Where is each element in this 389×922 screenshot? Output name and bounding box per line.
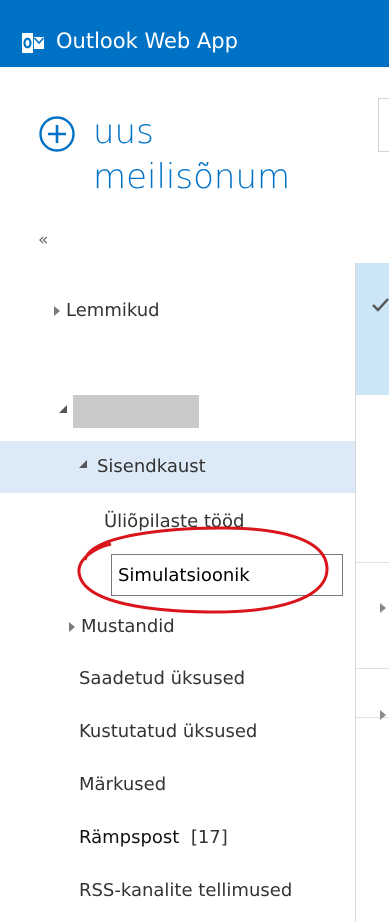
check-icon (372, 298, 389, 312)
account-name-redacted (73, 395, 199, 428)
folder-rss[interactable]: RSS-kanalite tellimused (0, 865, 355, 917)
unread-count-badge: [17] (190, 827, 228, 848)
folder-junk-label: Rämpspost [17] (79, 812, 228, 864)
favorites-group[interactable]: Lemmikud (0, 285, 355, 337)
new-mail-label-line1: uus (93, 112, 154, 152)
folder-notes[interactable]: Märkused (0, 759, 355, 811)
expand-right-icon[interactable] (54, 306, 60, 316)
message-separator (356, 562, 389, 563)
folder-inbox-label: Sisendkaust (97, 456, 206, 477)
folder-junk[interactable]: Rämpspost [17] (0, 812, 355, 864)
expand-arrow-icon[interactable] (380, 603, 386, 613)
collapse-down-icon[interactable] (59, 405, 67, 413)
outlook-logo-icon[interactable] (22, 33, 44, 53)
folder-drafts-label: Mustandid (81, 616, 175, 637)
new-mail-label: uus meilisõnum (93, 110, 353, 200)
folder-inbox[interactable]: Sisendkaust (0, 441, 355, 493)
new-mail-label-line2: meilisõnum (93, 157, 291, 197)
rename-folder-input[interactable] (111, 554, 343, 596)
search-box[interactable] (378, 98, 389, 152)
folder-sent[interactable]: Saadetud üksused (0, 653, 355, 705)
plus-circle-icon (39, 116, 75, 152)
folder-deleted[interactable]: Kustutatud üksused (0, 706, 355, 758)
app-title[interactable]: Outlook Web App (56, 28, 238, 54)
message-separator (356, 668, 389, 669)
folder-favorites-label: Lemmikud (66, 300, 160, 321)
collapse-pane-button[interactable]: « (38, 230, 48, 250)
folder-deleted-label: Kustutatud üksused (79, 721, 258, 742)
folder-drafts[interactable]: Mustandid (0, 601, 355, 653)
folder-sent-label: Saadetud üksused (79, 668, 246, 689)
folder-rss-label: RSS-kanalite tellimused (79, 880, 293, 901)
collapse-down-icon[interactable] (79, 460, 87, 468)
folder-student-works-label: Üliõpilaste tööd (104, 511, 245, 532)
message-item-selected[interactable] (356, 263, 389, 395)
expand-right-icon[interactable] (69, 622, 75, 632)
folder-student-works[interactable]: Üliõpilaste tööd (0, 496, 355, 548)
folder-junk-name: Rämpspost (79, 827, 180, 848)
folder-notes-label: Märkused (79, 774, 167, 795)
expand-arrow-icon[interactable] (380, 710, 386, 720)
top-bar: Outlook Web App (0, 0, 389, 67)
